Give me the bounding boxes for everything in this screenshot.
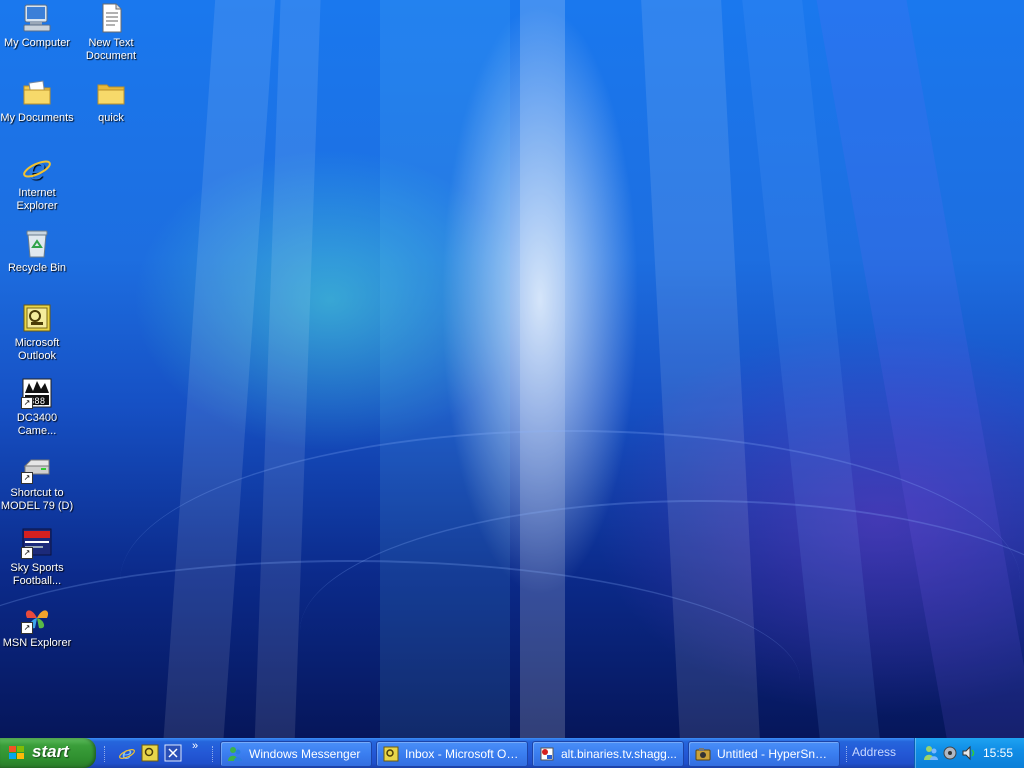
shortcut-arrow-icon: ↗ [21,397,33,409]
desktop-icon-label: My Computer [3,37,71,49]
task-button-hypersnap[interactable]: Untitled - HyperSnap... [688,741,840,767]
system-tray: 15:55 [914,738,1024,768]
desktop-icon-label: Recycle Bin [7,262,67,274]
desktop-icon-shortcut-model-79[interactable]: ↗ Shortcut to MODEL 79 (D) [0,452,74,513]
task-button-windows-messenger[interactable]: Windows Messenger [220,741,372,767]
my-documents-folder-icon [21,77,53,109]
recycle-bin-icon [21,227,53,259]
desktop-icon-my-documents[interactable]: My Documents [0,77,74,125]
start-label: start [32,742,69,761]
my-computer-icon [21,2,53,34]
sky-sports-icon: ↗ [21,527,53,559]
task-button-outlook-inbox[interactable]: Inbox - Microsoft Ou... [376,741,528,767]
desktop-icon-label: quick [98,112,124,124]
desktop-icon-internet-explorer[interactable]: e Internet Explorer [0,152,74,213]
task-button-label: alt.binaries.tv.shagg... [561,747,677,761]
messenger-tray-icon[interactable] [923,745,939,761]
network-tray-icon[interactable] [942,745,958,761]
desktop-icon-my-computer[interactable]: My Computer [0,2,74,50]
shortcut-arrow-icon: ↗ [21,472,33,484]
desktop-icon-dc3400-camera[interactable]: 888 ↗ DC3400 Came... [0,377,74,438]
outlook-icon [21,302,53,334]
hypersnap-icon [695,746,711,762]
folder-icon [95,77,127,109]
desktop-icon-label: MSN Explorer [2,637,72,649]
outlook-icon [383,746,399,762]
toolbar-grip[interactable] [104,746,108,762]
desktop-wallpaper [0,0,1024,738]
desktop-icon-label: My Documents [0,112,74,124]
messenger-icon [227,746,243,762]
camera-app-icon: 888 ↗ [21,377,53,409]
desktop-icon-label: Internet Explorer [16,187,58,212]
desktop-icon-label: Microsoft Outlook [14,337,60,362]
taskbar: start e » Windows Messenger Inbox - Micr… [0,738,1024,768]
desktop-icon-label: New Text Document [85,37,137,62]
desktop-icon-sky-sports-football[interactable]: ↗ Sky Sports Football... [0,527,74,588]
quicklaunch-show-desktop-icon[interactable] [164,744,182,762]
desktop-icon-new-text-document[interactable]: New Text Document [74,2,148,63]
task-button-label: Untitled - HyperSnap... [717,747,833,761]
desktop-icon-microsoft-outlook[interactable]: Microsoft Outlook [0,302,74,363]
quicklaunch-overflow-chevron[interactable]: » [192,740,198,752]
clock[interactable]: 15:55 [983,746,1013,760]
quicklaunch-outlook-icon[interactable] [141,744,159,762]
volume-tray-icon[interactable] [961,745,977,761]
windows-flag-icon [9,746,25,760]
quicklaunch-internet-explorer-icon[interactable]: e [118,744,136,764]
toolbar-grip[interactable] [212,746,216,762]
text-document-icon [95,2,127,34]
address-toolbar-label[interactable]: Address [852,745,896,759]
task-button-label: Windows Messenger [249,747,361,761]
desktop-icon-recycle-bin[interactable]: Recycle Bin [0,227,74,275]
task-button-label: Inbox - Microsoft Ou... [405,747,521,761]
desktop-icon-msn-explorer[interactable]: ↗ MSN Explorer [0,602,74,650]
task-button-newsgroup[interactable]: alt.binaries.tv.shagg... [532,741,684,767]
svg-text:e: e [28,152,46,184]
shortcut-arrow-icon: ↗ [21,622,33,634]
desktop-icon-label: Shortcut to MODEL 79 (D) [0,487,74,512]
msn-butterfly-icon: ↗ [21,602,53,634]
shortcut-arrow-icon: ↗ [21,547,33,559]
newsreader-icon [539,746,555,762]
internet-explorer-icon: e [21,152,53,187]
desktop-icon-quick[interactable]: quick [74,77,148,125]
drive-shortcut-icon: ↗ [21,452,53,484]
start-button[interactable]: start [0,738,96,768]
desktop-icon-label: Sky Sports Football... [10,562,64,587]
desktop-icon-label: DC3400 Came... [16,412,58,437]
toolbar-grip[interactable] [846,746,850,762]
